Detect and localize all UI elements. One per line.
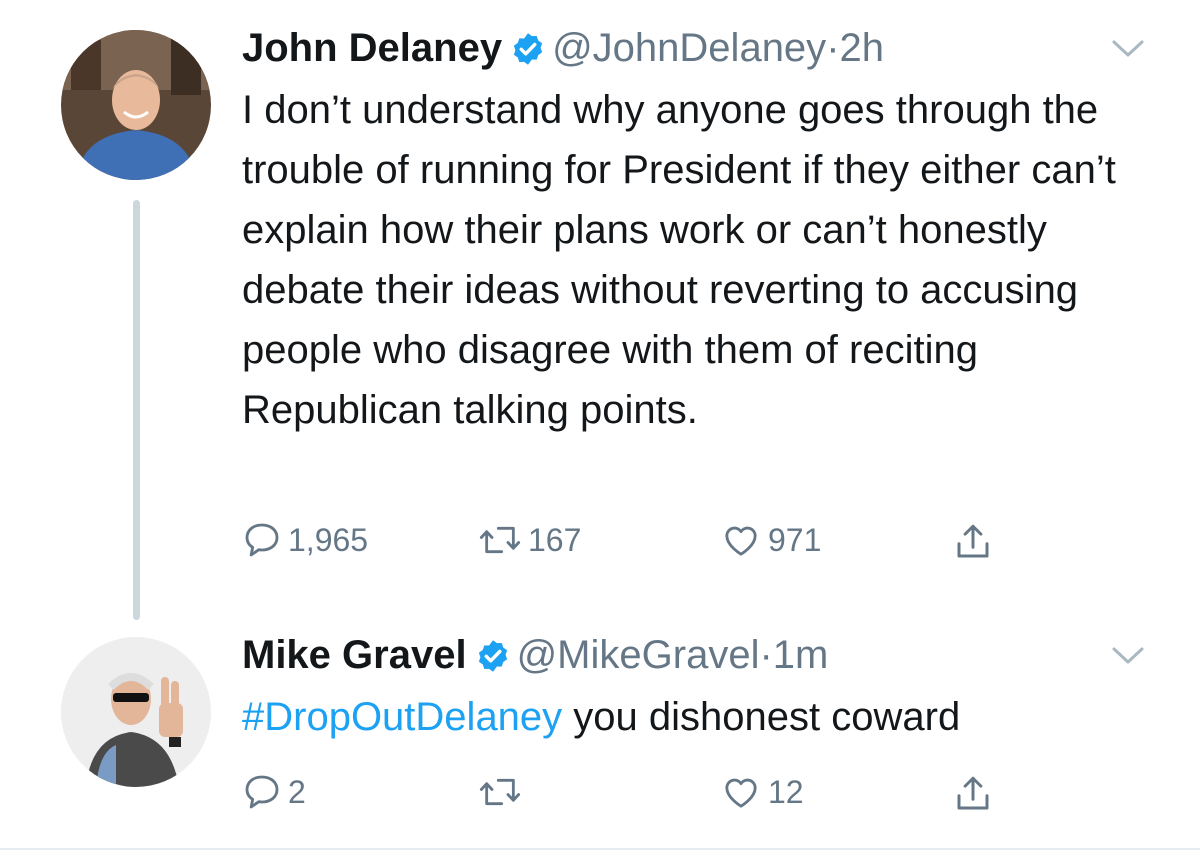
separator-dot: · — [759, 633, 773, 677]
verified-badge-icon — [475, 637, 511, 685]
tweet-text: I don’t understand why anyone goes throu… — [242, 88, 1116, 432]
like-icon — [725, 778, 757, 808]
author-handle[interactable]: @MikeGravel — [517, 633, 760, 677]
retweet-button[interactable]: 167 — [478, 520, 581, 560]
separator-dot: · — [826, 26, 840, 70]
retweet-icon — [479, 526, 521, 554]
author-handle[interactable]: @JohnDelaney — [552, 26, 826, 70]
hashtag-link[interactable]: #DropOutDelaney — [242, 695, 562, 739]
reply-icon — [245, 775, 279, 809]
retweet-button[interactable] — [478, 772, 528, 812]
timestamp[interactable]: 1m — [773, 633, 829, 677]
verified-badge-icon — [510, 30, 546, 78]
tweet-header: John Delaney @JohnDelaney·2h — [242, 24, 884, 78]
like-count: 12 — [768, 773, 804, 810]
author-name[interactable]: Mike Gravel — [242, 633, 467, 677]
chevron-down-icon[interactable] — [1110, 36, 1146, 65]
retweet-icon — [479, 778, 521, 806]
bottom-divider — [0, 848, 1200, 850]
tweet-header: Mike Gravel @MikeGravel·1m — [242, 631, 828, 685]
share-button[interactable] — [952, 772, 994, 816]
share-button[interactable] — [952, 520, 994, 564]
like-button[interactable]: 971 — [720, 520, 821, 560]
reply-button[interactable]: 2 — [242, 772, 306, 812]
tweet-actions: 2 12 — [242, 772, 1062, 822]
tweet-text: #DropOutDelaney you dishonest coward — [242, 687, 1172, 747]
author-name[interactable]: John Delaney — [242, 26, 502, 70]
avatar-delaney[interactable] — [61, 30, 211, 180]
chevron-down-icon[interactable] — [1110, 643, 1146, 672]
share-icon — [957, 524, 989, 558]
tweet-actions: 1,965 167 971 — [242, 520, 1062, 570]
reply-count: 2 — [288, 773, 306, 810]
avatar-gravel[interactable] — [61, 637, 211, 787]
timestamp[interactable]: 2h — [840, 26, 885, 70]
like-icon — [725, 526, 757, 556]
reply-count: 1,965 — [288, 521, 369, 558]
thread-connector-line — [133, 200, 140, 620]
tweet-text-rest: you dishonest coward — [562, 695, 961, 739]
retweet-count: 167 — [528, 521, 582, 558]
reply-button[interactable]: 1,965 — [242, 520, 368, 560]
reply-icon — [245, 523, 279, 557]
like-count: 971 — [768, 521, 822, 558]
share-icon — [957, 776, 989, 810]
like-button[interactable]: 12 — [720, 772, 804, 812]
